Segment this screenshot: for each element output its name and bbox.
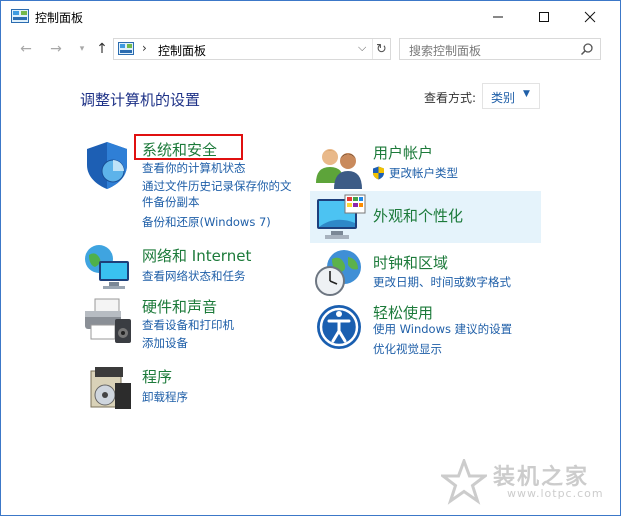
watermark: 装机之家 www.lotpc.com <box>441 457 611 507</box>
link-devices-printers[interactable]: 查看设备和打印机 <box>142 316 234 334</box>
view-by-value: 类别 <box>491 91 516 105</box>
refresh-button[interactable]: ↻ <box>372 39 390 59</box>
forward-icon: → <box>50 41 62 57</box>
ease-of-access-icon <box>317 305 361 349</box>
link-file-history-cont[interactable]: 件备份副本 <box>142 193 200 211</box>
chevron-down-icon[interactable]: ⌵ <box>358 41 366 55</box>
chevron-down-icon: ▾ <box>79 44 85 54</box>
up-icon: ↑ <box>96 41 108 57</box>
clock-globe-icon <box>315 250 361 296</box>
category-title-clock-region[interactable]: 时钟和区域 <box>373 252 448 273</box>
link-uninstall-program[interactable]: 卸载程序 <box>142 388 188 406</box>
forward-button[interactable]: → <box>45 38 67 60</box>
shield-uac-icon <box>373 166 384 180</box>
category-title-network[interactable]: 网络和 Internet <box>142 245 251 266</box>
shield-icon <box>87 142 127 189</box>
search-input[interactable]: 搜索控制面板 <box>399 38 601 60</box>
address-bar: ← → ▾ ↑ › 控制面板 ⌵ ↻ 搜索控制面板 <box>1 32 620 66</box>
star-logo-icon <box>441 459 487 505</box>
maximize-button[interactable] <box>521 1 567 32</box>
category-title-user-accounts[interactable]: 用户帐户 <box>373 142 433 163</box>
link-windows-recommended-settings[interactable]: 使用 Windows 建议的设置 <box>373 320 512 338</box>
link-backup-restore[interactable]: 备份和还原(Windows 7) <box>142 213 271 231</box>
search-icon <box>580 43 593 56</box>
link-add-device[interactable]: 添加设备 <box>142 334 188 352</box>
printer-icon <box>85 298 131 343</box>
red-highlight-box <box>134 134 243 160</box>
users-icon <box>316 149 362 189</box>
minimize-button[interactable] <box>475 1 521 32</box>
up-button[interactable]: ↑ <box>91 38 113 60</box>
view-by-dropdown[interactable]: 类别 ▼ <box>482 83 540 109</box>
control-panel-icon <box>118 42 134 55</box>
category-title-hardware-sound[interactable]: 硬件和声音 <box>142 296 217 317</box>
watermark-url: www.lotpc.com <box>507 487 604 500</box>
control-panel-icon <box>11 9 29 23</box>
close-icon <box>584 11 596 22</box>
maximize-icon <box>539 11 549 22</box>
minimize-icon <box>493 16 503 17</box>
programs-icon <box>90 367 131 409</box>
breadcrumb-separator-icon: › <box>142 41 147 55</box>
display-icon <box>317 194 366 239</box>
category-title-appearance[interactable]: 外观和个性化 <box>373 205 463 226</box>
link-view-computer-status[interactable]: 查看你的计算机状态 <box>142 159 246 177</box>
control-panel-window: 控制面板 ← → ▾ ↑ › 控制面板 ⌵ ↻ 搜索控制面板 调整计算机的设置 … <box>0 0 621 516</box>
view-by-label: 查看方式: <box>424 91 477 105</box>
link-change-account-type[interactable]: 更改帐户类型 <box>389 164 458 182</box>
chevron-down-icon: ▼ <box>523 89 530 99</box>
page-title: 调整计算机的设置 <box>80 91 201 109</box>
close-button[interactable] <box>567 1 613 32</box>
category-title-programs[interactable]: 程序 <box>142 366 172 387</box>
back-icon: ← <box>20 41 32 57</box>
link-optimize-visual-display[interactable]: 优化视觉显示 <box>373 340 442 358</box>
refresh-icon: ↻ <box>376 41 387 57</box>
link-network-status[interactable]: 查看网络状态和任务 <box>142 267 246 285</box>
network-icon <box>85 245 129 289</box>
back-button[interactable]: ← <box>15 38 37 60</box>
window-title: 控制面板 <box>35 11 84 25</box>
recent-locations-button[interactable]: ▾ <box>71 38 93 60</box>
breadcrumb[interactable]: 控制面板 <box>158 42 206 59</box>
search-placeholder: 搜索控制面板 <box>409 44 482 58</box>
link-change-date-time[interactable]: 更改日期、时间或数字格式 <box>373 273 511 291</box>
title-bar[interactable]: 控制面板 <box>1 1 620 32</box>
address-path-box[interactable]: › 控制面板 ⌵ ↻ <box>113 38 391 60</box>
